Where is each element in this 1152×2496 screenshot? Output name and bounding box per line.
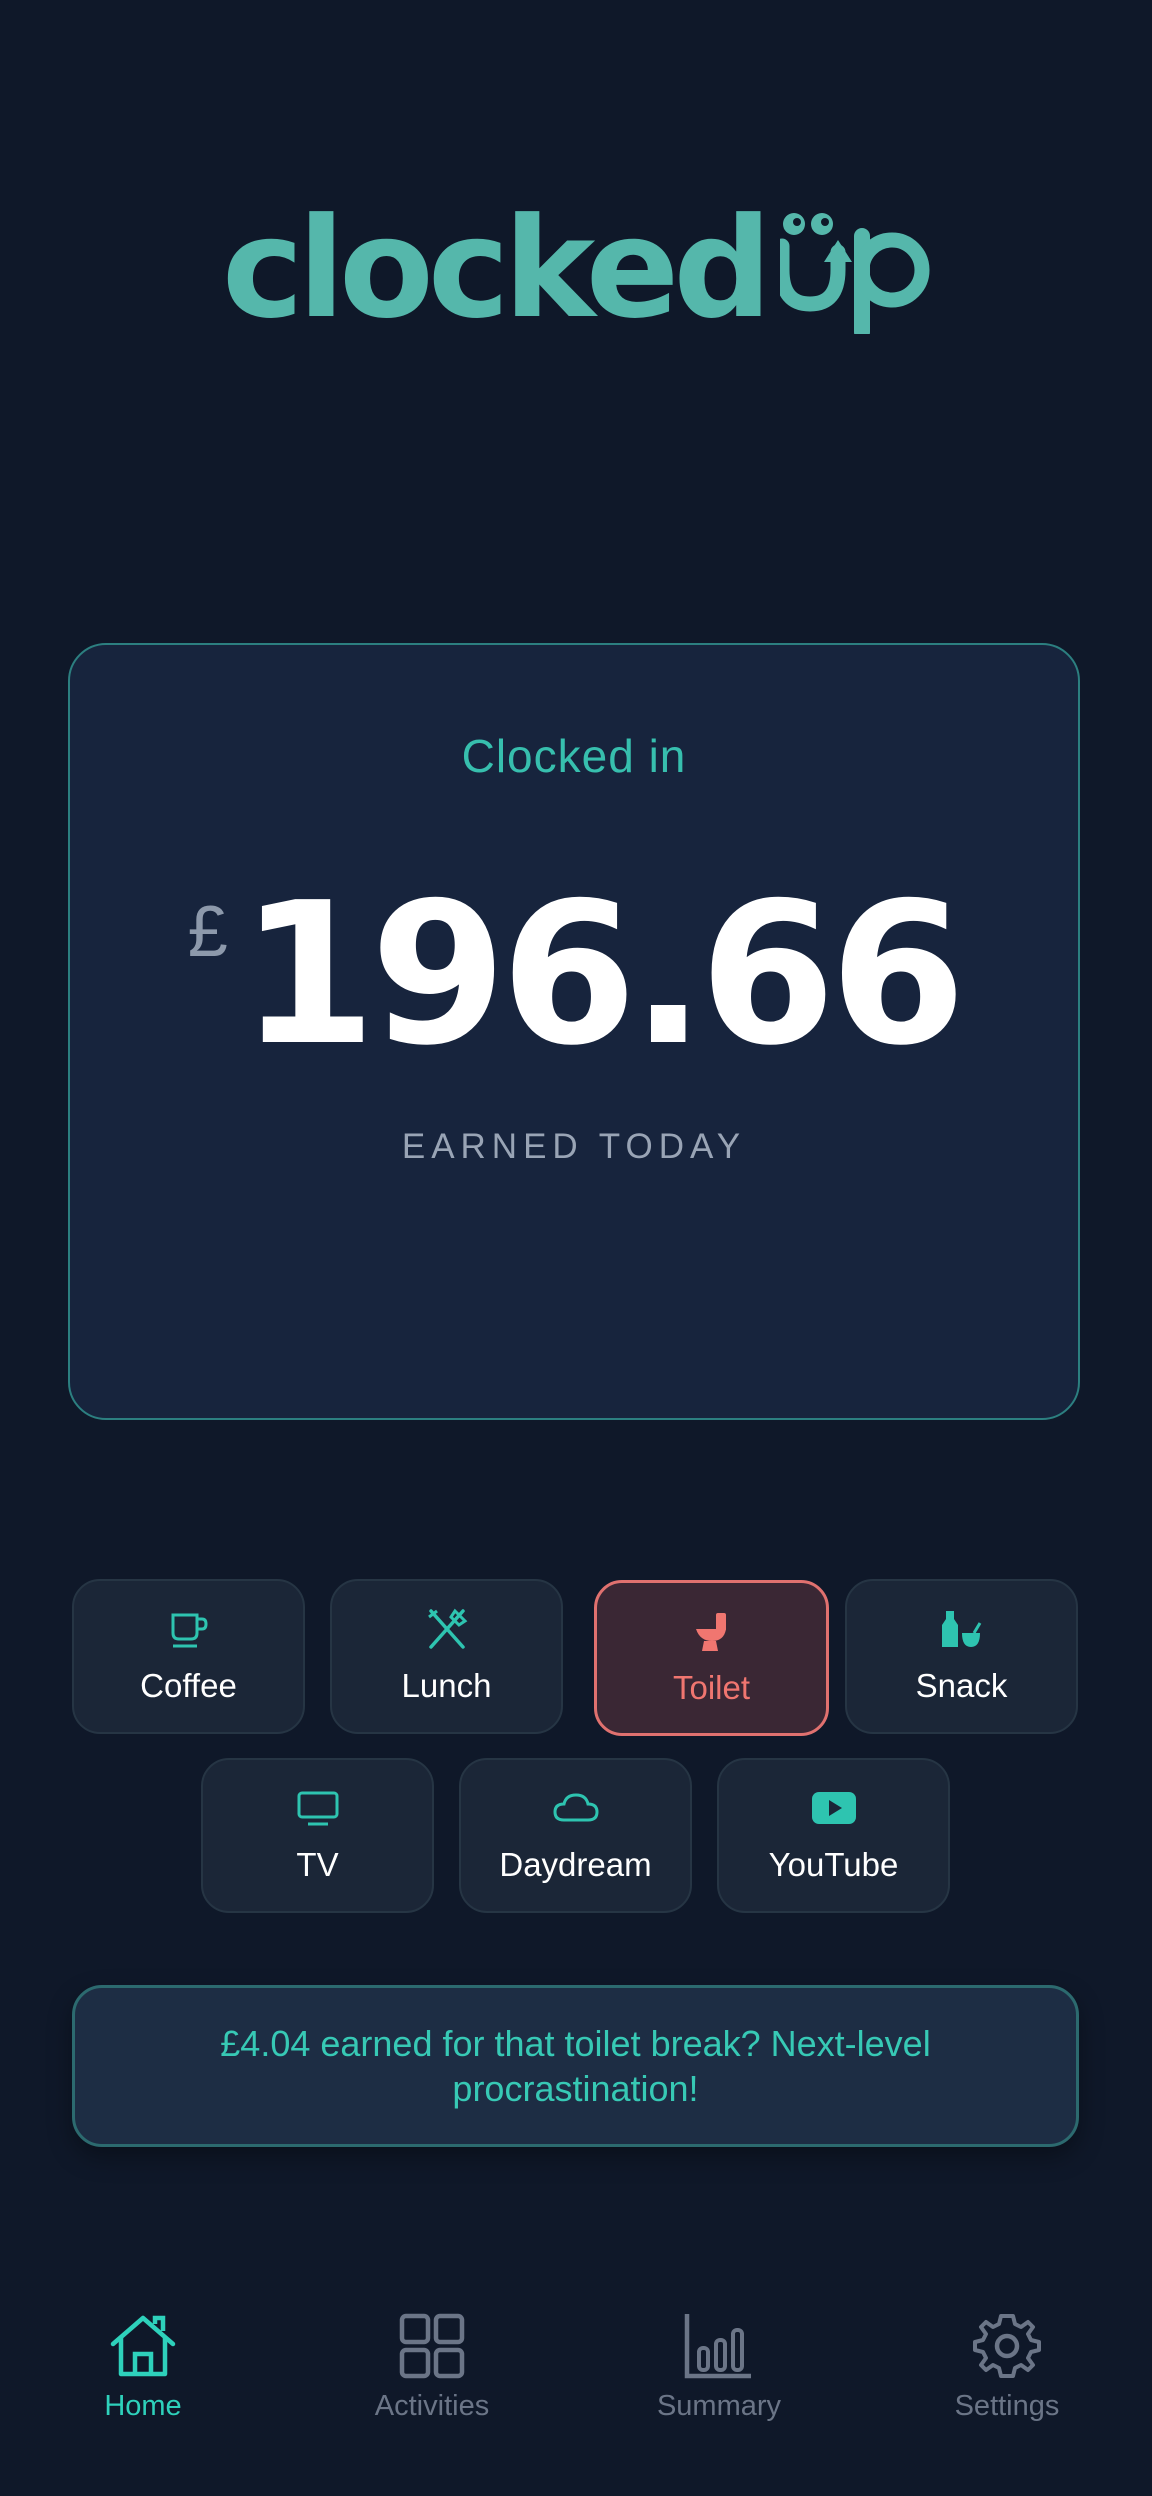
youtube-icon — [811, 1786, 857, 1830]
activity-toilet-button[interactable]: Toilet — [594, 1580, 829, 1736]
logo-text: clocked — [221, 188, 772, 349]
nav-label: Summary — [656, 2390, 782, 2422]
activity-lunch-button[interactable]: Lunch — [330, 1579, 563, 1734]
currency-symbol: £ — [187, 892, 228, 972]
snack-icon — [940, 1607, 984, 1651]
nav-summary[interactable]: Summary — [609, 2300, 829, 2450]
activity-label: Snack — [915, 1667, 1008, 1704]
activity-label: YouTube — [768, 1846, 899, 1883]
activity-tv-button[interactable]: TV — [201, 1758, 434, 1913]
activity-coffee-button[interactable]: Coffee — [72, 1579, 305, 1734]
activity-label: TV — [296, 1846, 339, 1883]
activity-label: Toilet — [672, 1669, 751, 1706]
logo-up-mark: up — [780, 213, 930, 334]
tv-icon — [296, 1786, 340, 1830]
nav-activities[interactable]: Activities — [322, 2300, 542, 2450]
bar-chart-icon — [683, 2310, 755, 2382]
coffee-icon — [167, 1607, 211, 1651]
activity-label: Coffee — [140, 1667, 237, 1704]
activity-daydream-button[interactable]: Daydream — [459, 1758, 692, 1913]
bottom-navigation: Home Activities Summary Settings — [0, 2300, 1152, 2496]
activity-snack-button[interactable]: Snack — [845, 1579, 1078, 1734]
nav-label: Home — [104, 2390, 182, 2422]
banner-message: £4.04 earned for that toilet break? Next… — [220, 2023, 931, 2109]
cloud-icon — [552, 1786, 600, 1830]
earned-today-label: EARNED TODAY — [401, 1127, 747, 1166]
activity-label: Daydream — [499, 1846, 652, 1883]
clock-status: Clocked in — [461, 730, 687, 782]
activity-label: Lunch — [401, 1667, 492, 1704]
earnings-amount-row: £ 196.66 — [70, 861, 1078, 1089]
nav-home[interactable]: Home — [33, 2300, 253, 2450]
earnings-card: Clocked in £ 196.66 EARNED TODAY — [68, 643, 1080, 1420]
nav-label: Settings — [954, 2390, 1060, 2422]
toilet-icon — [692, 1609, 732, 1653]
app-logo: clocked up — [0, 200, 1152, 338]
home-icon — [107, 2310, 179, 2382]
earnings-amount: 196.66 — [239, 861, 966, 1089]
nav-label: Activities — [374, 2390, 490, 2422]
utensils-icon — [425, 1607, 469, 1651]
gear-icon — [971, 2310, 1043, 2382]
earnings-message-banner: £4.04 earned for that toilet break? Next… — [72, 1985, 1079, 2147]
nav-settings[interactable]: Settings — [897, 2300, 1117, 2450]
activity-youtube-button[interactable]: YouTube — [717, 1758, 950, 1913]
grid-icon — [396, 2310, 468, 2382]
